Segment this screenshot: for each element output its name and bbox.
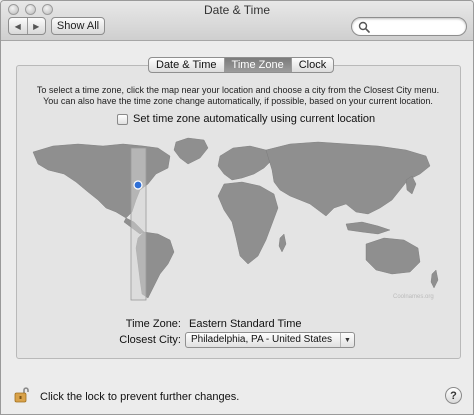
lock-message: Click the lock to prevent further change… [40, 391, 240, 403]
preferences-window: Date & Time ◀ ▶ Show All Date & Time Tim… [0, 0, 474, 415]
europe-shape [217, 145, 273, 181]
world-map[interactable] [28, 134, 448, 304]
help-icon: ? [450, 389, 457, 402]
chevron-down-icon: ▼ [340, 333, 354, 347]
back-arrow-icon: ◀ [14, 21, 21, 31]
map-watermark: Coolnames.org [393, 294, 434, 300]
search-field[interactable] [351, 17, 467, 36]
time-zone-label: Time Zone: [125, 318, 181, 330]
auto-timezone-checkbox[interactable] [117, 113, 128, 125]
back-button[interactable]: ◀ [9, 18, 27, 34]
instructions-line-2: You can also have the time zone change a… [43, 96, 433, 106]
instructions-line-1: To select a time zone, click the map nea… [36, 85, 440, 95]
greenland-shape [173, 137, 209, 165]
titlebar: Date & Time ◀ ▶ Show All [1, 1, 473, 41]
north-america-shape [32, 143, 171, 219]
new-zealand-shape [430, 269, 439, 289]
africa-shape [217, 181, 279, 265]
help-button[interactable]: ? [445, 387, 462, 404]
tab-bar: Date & Time Time Zone Clock [148, 57, 335, 73]
indonesia-shape [345, 221, 391, 235]
australia-shape [365, 237, 421, 275]
window-title: Date & Time [203, 3, 271, 17]
tab-time-zone[interactable]: Time Zone [223, 58, 291, 72]
location-pin [133, 180, 143, 190]
closest-city-value: Philadelphia, PA - United States [191, 334, 333, 345]
tab-clock[interactable]: Clock [290, 58, 334, 72]
time-zone-highlight [130, 147, 147, 301]
search-icon [358, 21, 370, 33]
search-input[interactable] [372, 19, 462, 34]
madagascar-shape [278, 233, 287, 253]
asia-shape [265, 141, 431, 217]
forward-arrow-icon: ▶ [33, 21, 40, 31]
auto-timezone-label: Set time zone automatically using curren… [133, 113, 376, 125]
auto-timezone-option[interactable]: Set time zone automatically using curren… [117, 113, 375, 125]
tab-date-time[interactable]: Date & Time [149, 58, 224, 72]
show-all-button[interactable]: Show All [51, 17, 105, 35]
time-zone-value: Eastern Standard Time [189, 318, 302, 330]
closest-city-select[interactable]: Philadelphia, PA - United States ▼ [185, 332, 355, 348]
back-forward-control: ◀ ▶ [8, 17, 46, 35]
open-lock-icon[interactable] [14, 386, 30, 403]
forward-button[interactable]: ▶ [26, 18, 46, 34]
closest-city-label: Closest City: [119, 334, 181, 346]
